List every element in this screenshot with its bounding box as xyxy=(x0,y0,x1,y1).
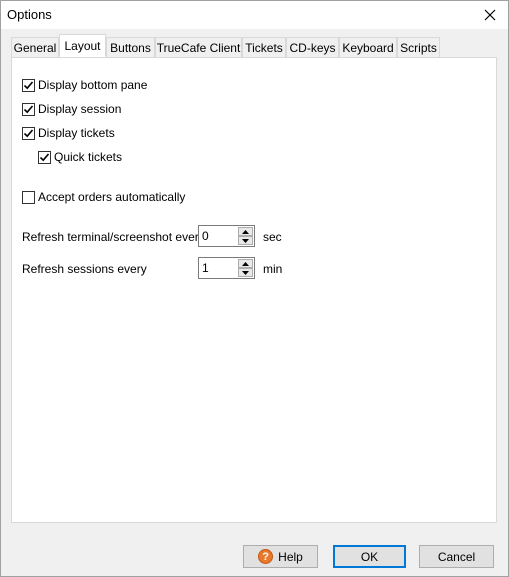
tab-general[interactable]: General xyxy=(11,37,59,58)
checkbox-label: Display bottom pane xyxy=(38,78,148,92)
checkbox-box xyxy=(22,78,35,92)
arrow-down-icon xyxy=(242,270,249,275)
accept-orders-automatically-checkbox[interactable]: Accept orders automatically xyxy=(22,189,185,205)
checkbox-label: Quick tickets xyxy=(54,150,123,164)
refresh-sessions-unit: min xyxy=(263,262,283,276)
close-button[interactable] xyxy=(480,5,500,25)
spin-up-button[interactable] xyxy=(238,259,253,268)
checkmark-icon xyxy=(39,152,50,161)
checkmark-icon xyxy=(23,80,34,89)
checkmark-icon xyxy=(23,104,34,113)
checkbox-box xyxy=(22,126,35,140)
ok-button-label: OK xyxy=(360,549,379,564)
tab-cd-keys[interactable]: CD-keys xyxy=(286,37,339,58)
checkbox-box xyxy=(38,150,51,164)
refresh-sessions-label: Refresh sessions every xyxy=(22,262,147,276)
tab-truecafe-client[interactable]: TrueCafe Client xyxy=(155,37,242,58)
spin-down-button[interactable] xyxy=(238,236,253,245)
spin-up-button[interactable] xyxy=(238,227,253,236)
help-icon: ? xyxy=(258,549,274,564)
display-tickets-checkbox[interactable]: Display tickets xyxy=(22,125,115,141)
help-button-label: Help xyxy=(278,549,303,564)
title-bar: Options xyxy=(1,1,508,29)
help-button[interactable]: ? Help xyxy=(243,545,318,568)
spin-down-button[interactable] xyxy=(238,268,253,277)
cancel-button-label: Cancel xyxy=(437,549,476,564)
tab-scripts[interactable]: Scripts xyxy=(397,37,440,58)
refresh-terminal-unit: sec xyxy=(263,230,282,244)
tab-buttons[interactable]: Buttons xyxy=(106,37,155,58)
layout-tab-panel: Display bottom pane Display session Disp… xyxy=(11,57,497,523)
checkbox-label: Display session xyxy=(38,102,122,116)
checkbox-label: Accept orders automatically xyxy=(38,190,186,204)
display-session-checkbox[interactable]: Display session xyxy=(22,101,121,117)
arrow-up-icon xyxy=(242,229,249,234)
close-icon xyxy=(484,9,496,21)
options-dialog: Options General Layout Buttons TrueCafe … xyxy=(0,0,509,577)
arrow-down-icon xyxy=(242,238,249,243)
tab-keyboard[interactable]: Keyboard xyxy=(339,37,397,58)
checkbox-label: Display tickets xyxy=(38,126,115,140)
window-title: Options xyxy=(7,7,52,22)
refresh-terminal-spinner xyxy=(198,225,255,247)
checkbox-box xyxy=(22,190,35,204)
ok-button[interactable]: OK xyxy=(333,545,406,568)
display-bottom-pane-checkbox[interactable]: Display bottom pane xyxy=(22,77,147,93)
cancel-button[interactable]: Cancel xyxy=(419,545,494,568)
quick-tickets-checkbox[interactable]: Quick tickets xyxy=(38,149,122,165)
refresh-terminal-input[interactable] xyxy=(199,226,237,246)
refresh-sessions-input[interactable] xyxy=(199,258,237,278)
tab-layout[interactable]: Layout xyxy=(59,34,106,57)
tab-tickets[interactable]: Tickets xyxy=(242,37,286,58)
checkbox-box xyxy=(22,102,35,116)
tab-strip: General Layout Buttons TrueCafe Client T… xyxy=(11,34,497,58)
refresh-terminal-label: Refresh terminal/screenshot every xyxy=(22,230,205,244)
refresh-sessions-spinner xyxy=(198,257,255,279)
checkmark-icon xyxy=(23,128,34,137)
arrow-up-icon xyxy=(242,261,249,266)
